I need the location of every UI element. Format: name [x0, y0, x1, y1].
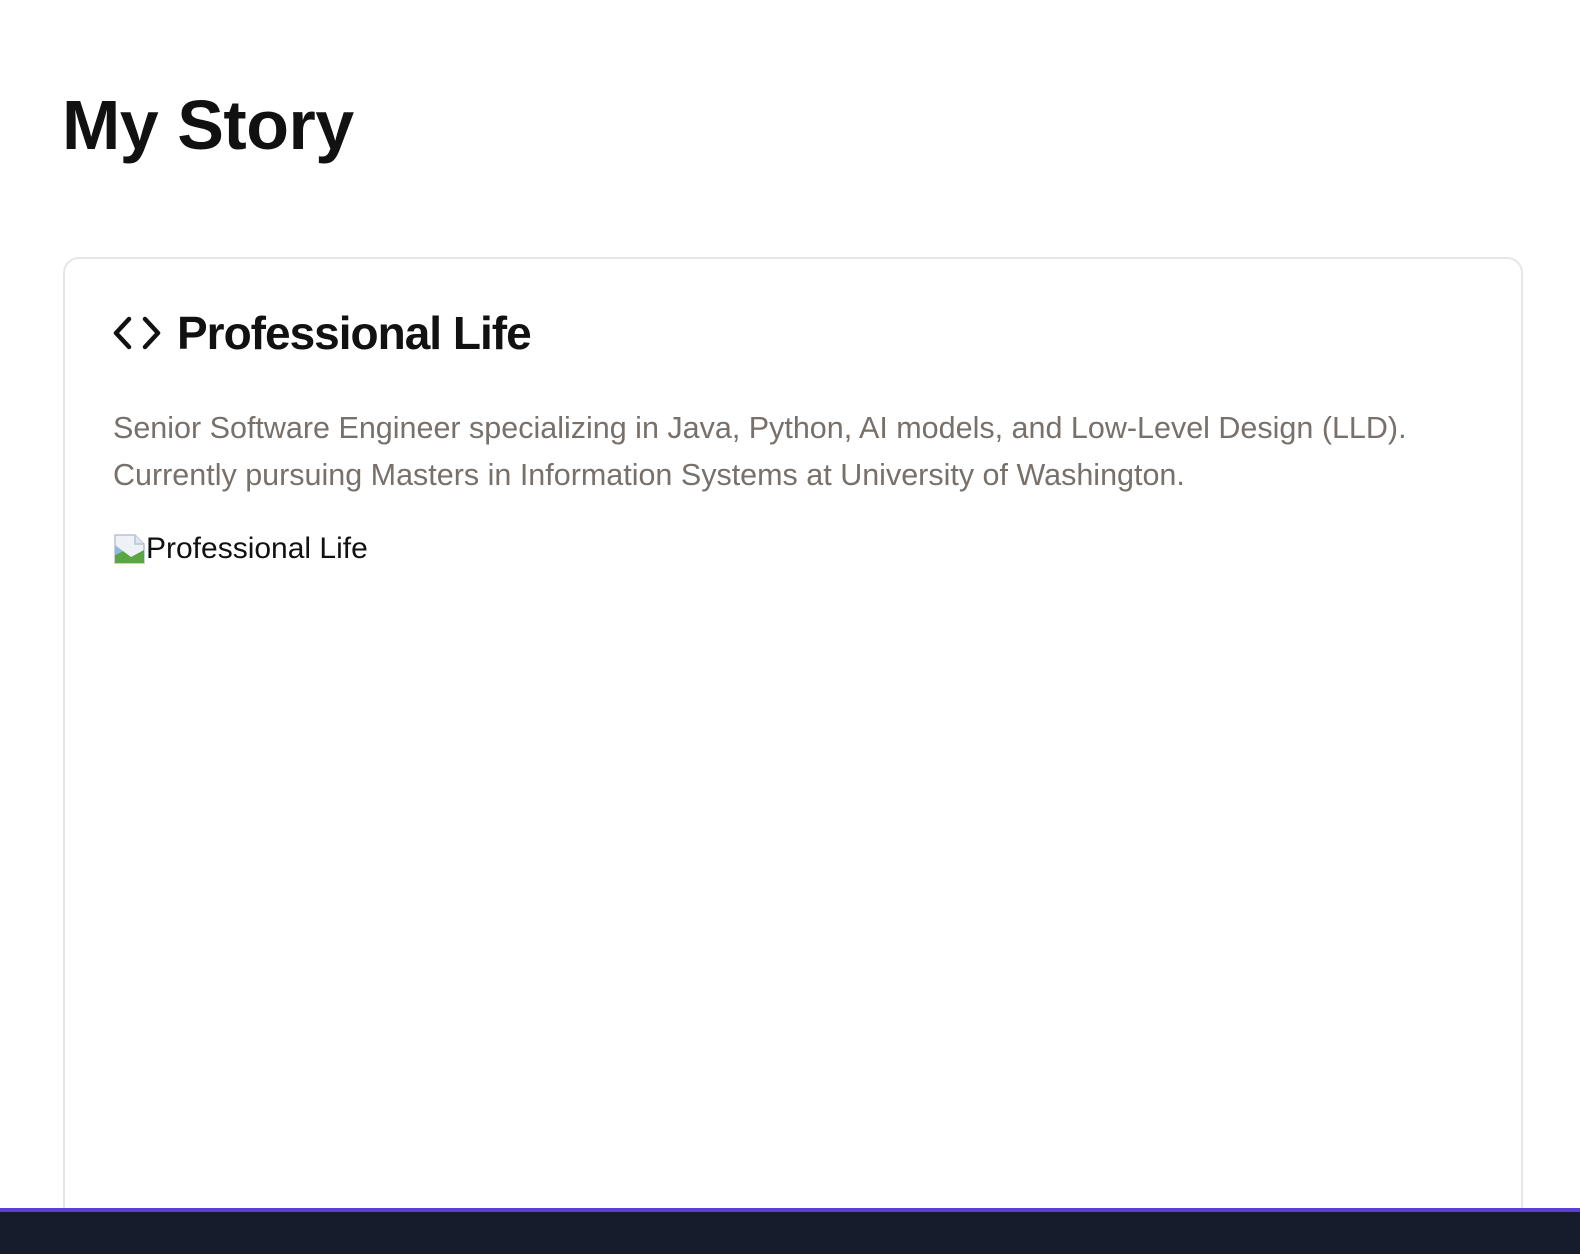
card-title: Professional Life: [177, 307, 532, 359]
page: My Story Professional Life Senior Softwa…: [0, 0, 1580, 1254]
professional-life-image: Professional Life: [113, 529, 368, 569]
code-icon: [113, 313, 161, 353]
image-alt-text: Professional Life: [146, 532, 368, 565]
professional-life-card: Professional Life Senior Software Engine…: [63, 257, 1523, 1254]
card-description: Senior Software Engineer specializing in…: [113, 411, 1407, 492]
card-header: Professional Life: [113, 305, 532, 361]
broken-image-icon: [113, 533, 146, 565]
footer-bar: [0, 1208, 1580, 1254]
page-title: My Story: [62, 86, 354, 164]
